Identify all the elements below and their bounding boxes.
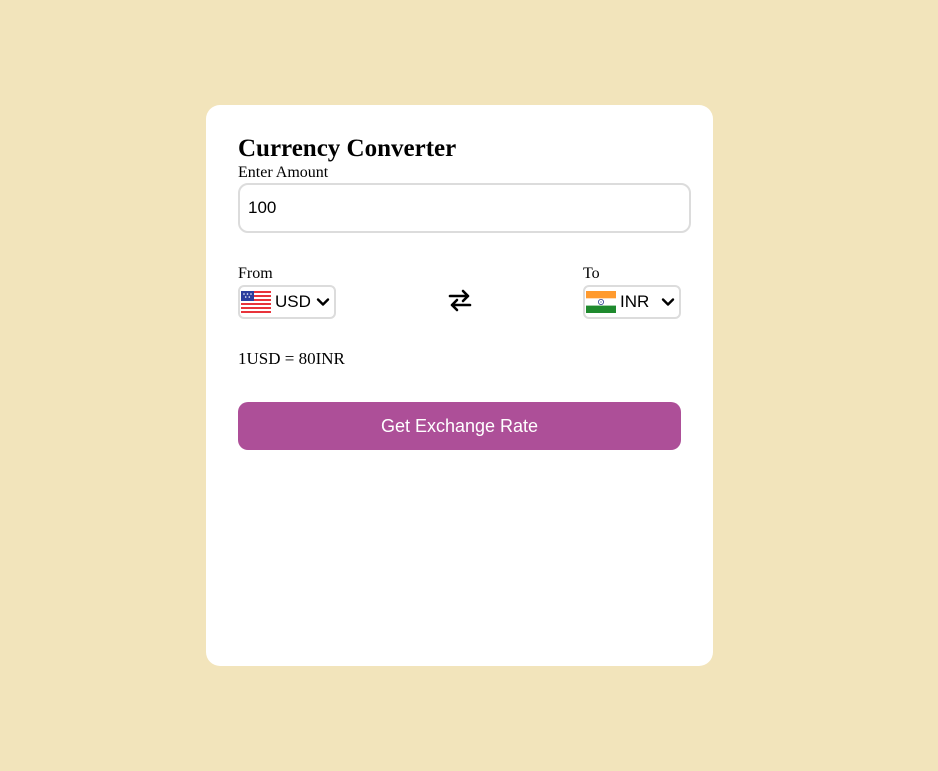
get-exchange-rate-button[interactable]: Get Exchange Rate [238, 402, 681, 450]
to-currency-select[interactable]: INR [583, 285, 681, 319]
converter-card: Currency Converter Enter Amount From USD… [206, 105, 713, 666]
swap-arrows-icon[interactable] [447, 287, 473, 313]
to-label: To [583, 265, 600, 282]
india-flag-icon [586, 291, 616, 313]
chevron-down-icon [316, 298, 330, 306]
exchange-rate-text: 1USD = 80INR [238, 349, 345, 368]
from-currency-code: USD [275, 292, 311, 311]
to-currency-code: INR [620, 292, 650, 311]
amount-label: Enter Amount [238, 164, 329, 181]
us-flag-icon [241, 291, 271, 313]
chevron-down-icon [661, 298, 675, 306]
from-label: From [238, 265, 273, 282]
amount-input[interactable] [238, 183, 691, 233]
from-currency-select[interactable]: USD [238, 285, 336, 319]
page-title: Currency Converter [238, 135, 457, 162]
